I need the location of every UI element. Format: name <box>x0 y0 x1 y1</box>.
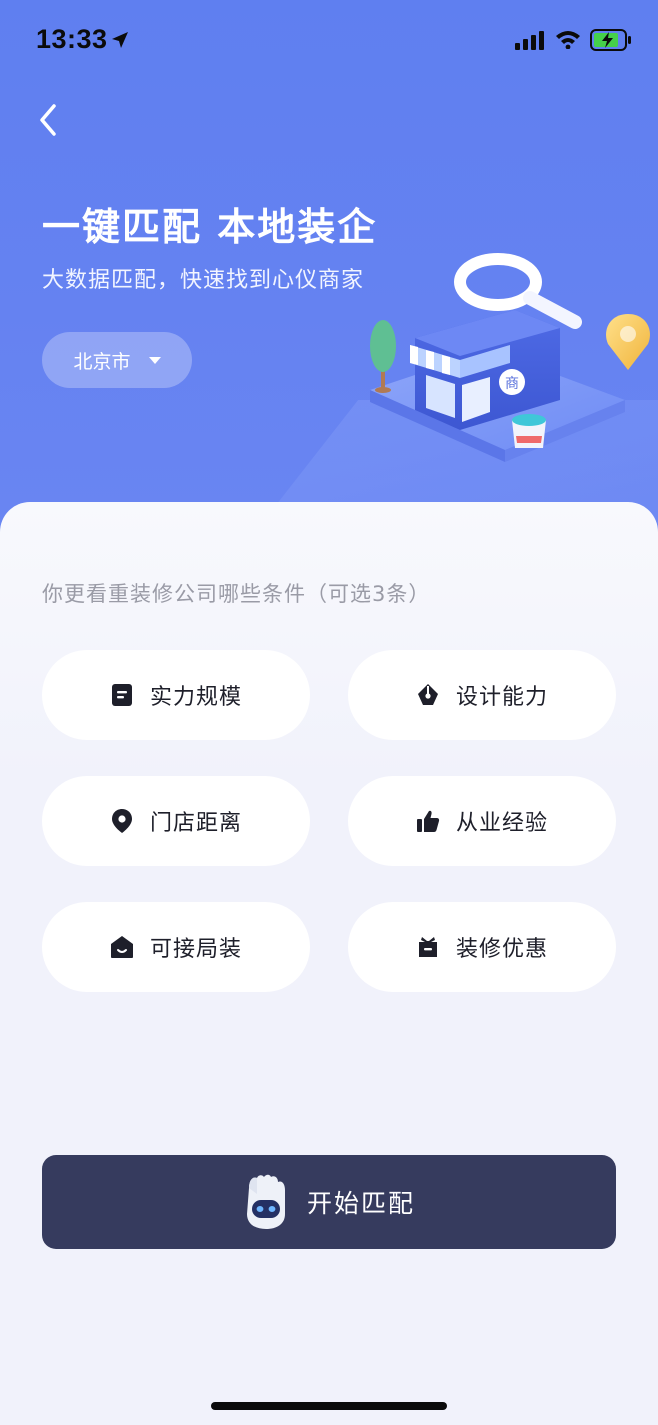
wifi-icon <box>556 31 580 49</box>
robot-icon <box>246 1174 285 1229</box>
option-label: 装修优惠 <box>455 937 548 962</box>
start-match-button[interactable]: 开始匹配 <box>42 1155 616 1249</box>
start-match-label: 开始匹配 <box>306 1189 415 1218</box>
thumbs-up-icon <box>416 809 440 833</box>
location-arrow-icon <box>112 32 128 48</box>
option-design-ability[interactable]: 设计能力 <box>348 650 616 740</box>
map-pin-icon <box>606 314 650 370</box>
page-title: 一键匹配 本地装企 <box>42 205 378 249</box>
option-store-distance[interactable]: 门店距离 <box>42 776 310 866</box>
option-label: 门店距离 <box>149 811 242 836</box>
city-label: 北京市 <box>73 350 131 373</box>
criteria-question: 你更看重装修公司哪些条件（可选3条） <box>42 582 431 606</box>
document-icon <box>110 683 134 707</box>
option-partial-renovation[interactable]: 可接局装 <box>42 902 310 992</box>
option-label: 设计能力 <box>455 685 548 710</box>
paint-bucket-icon <box>512 414 546 448</box>
cellular-signal-icon <box>515 31 544 50</box>
option-experience[interactable]: 从业经验 <box>348 776 616 866</box>
store-illustration: 商 <box>370 253 650 462</box>
gift-icon <box>416 935 440 959</box>
city-selector[interactable]: 北京市 <box>42 332 192 388</box>
status-bar: 13:33 <box>0 0 658 80</box>
location-pin-icon <box>110 809 134 833</box>
battery-charging-icon <box>590 29 631 51</box>
option-discounts[interactable]: 装修优惠 <box>348 902 616 992</box>
back-button[interactable] <box>28 98 68 142</box>
page-subtitle: 大数据匹配，快速找到心仪商家 <box>42 268 365 293</box>
option-label: 实力规模 <box>149 685 242 710</box>
option-strength-scale[interactable]: 实力规模 <box>42 650 310 740</box>
tree-icon <box>370 320 396 393</box>
home-indicator[interactable] <box>211 1402 447 1410</box>
house-smile-icon <box>110 935 134 959</box>
store-badge-text: 商 <box>505 376 519 392</box>
status-time: 13:33 <box>36 24 108 54</box>
pen-nib-icon <box>416 683 440 707</box>
caret-down-icon <box>148 356 161 364</box>
chevron-left-icon <box>40 104 56 136</box>
option-label: 可接局装 <box>149 937 242 962</box>
option-label: 从业经验 <box>455 811 548 836</box>
